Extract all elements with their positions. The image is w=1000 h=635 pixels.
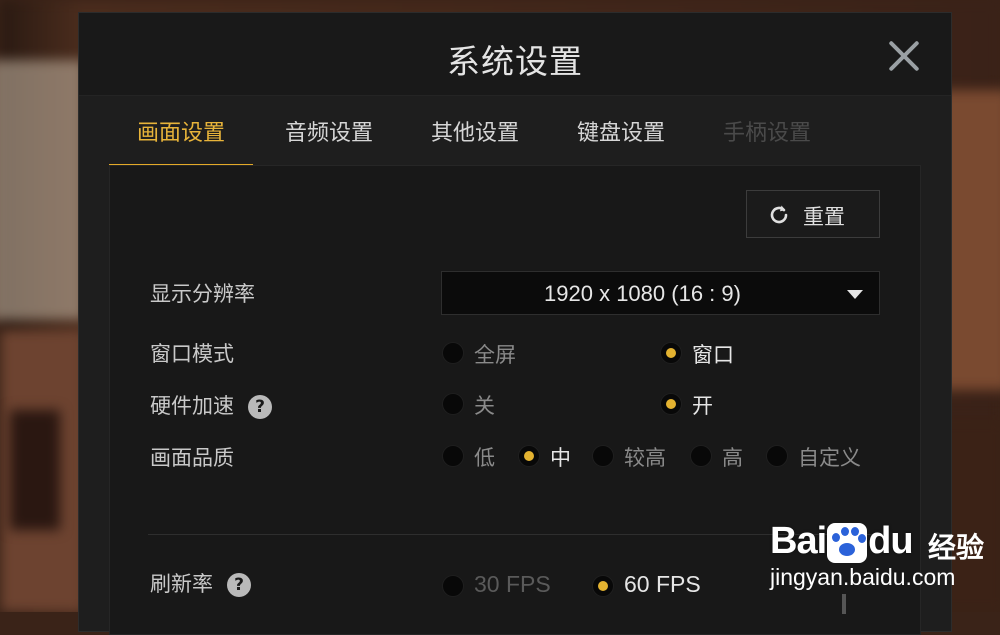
radio-dot	[442, 342, 464, 364]
radio-label: 窗口	[692, 343, 734, 367]
radio-label: 低	[474, 446, 495, 470]
dialog-titlebar: 系统设置	[79, 13, 951, 96]
baidu-jingyan-watermark: Bai du 经验 jingyan.baidu.com	[770, 500, 990, 600]
watermark-chinese: 经验	[928, 531, 985, 564]
radio-label: 较高	[624, 446, 666, 470]
settings-tabs: 画面设置 音频设置 其他设置 键盘设置 手柄设置	[109, 113, 889, 167]
paw-icon	[827, 522, 868, 563]
radio-label: 全屏	[474, 343, 516, 367]
help-icon[interactable]: ?	[227, 573, 251, 597]
radio-label: 自定义	[798, 446, 861, 470]
radio-dot	[592, 575, 614, 597]
hw-accel-text: 硬件加速	[150, 394, 234, 418]
resolution-value: 1920 x 1080 (16 : 9)	[544, 281, 741, 306]
reset-label: 重置	[803, 205, 845, 229]
radio-label: 关	[474, 394, 495, 418]
radio-label: 高	[722, 446, 743, 470]
radio-dot	[442, 575, 464, 597]
refresh-icon	[770, 205, 788, 224]
quality-label: 画面品质	[150, 446, 234, 470]
resolution-dropdown[interactable]: 1920 x 1080 (16 : 9)	[441, 271, 880, 315]
dialog-title: 系统设置	[447, 42, 583, 81]
radio-dot	[442, 393, 464, 415]
logo-text: du	[868, 520, 913, 562]
tab-keyboard[interactable]: 键盘设置	[551, 113, 691, 167]
close-icon[interactable]	[887, 39, 921, 73]
help-icon[interactable]: ?	[248, 395, 272, 419]
radio-label: 开	[692, 394, 713, 418]
radio-dot	[592, 445, 614, 467]
radio-label: 中	[550, 446, 571, 470]
radio-dot	[766, 445, 788, 467]
radio-dot	[660, 342, 682, 364]
watermark-logo: Bai du	[770, 520, 914, 563]
refresh-rate-label: 刷新率?	[150, 568, 251, 598]
tab-gamepad: 手柄设置	[722, 121, 811, 146]
radio-label: 30 FPS	[474, 571, 551, 597]
reset-button[interactable]: 重置	[746, 190, 880, 238]
radio-dot	[518, 445, 540, 467]
tab-audio[interactable]: 音频设置	[259, 113, 399, 167]
radio-label: 60 FPS	[624, 571, 701, 597]
window-mode-label: 窗口模式	[150, 342, 234, 366]
hw-accel-label: 硬件加速?	[150, 390, 272, 420]
radio-dot	[442, 445, 464, 467]
logo-text: Bai	[770, 520, 827, 562]
radio-dot	[690, 445, 712, 467]
watermark-url: jingyan.baidu.com	[770, 564, 956, 590]
resolution-label: 显示分辨率	[150, 282, 255, 306]
refresh-rate-text: 刷新率	[150, 572, 213, 596]
chevron-down-icon	[847, 290, 863, 299]
radio-dot	[660, 393, 682, 415]
tab-display[interactable]: 画面设置	[109, 113, 253, 167]
tab-other[interactable]: 其他设置	[405, 113, 545, 167]
